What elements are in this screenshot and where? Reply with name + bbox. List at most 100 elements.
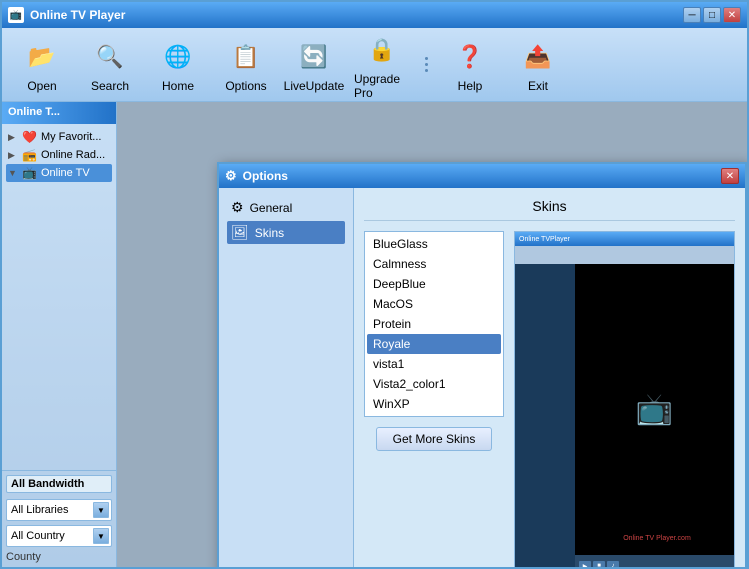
preview-controls: ▶ ■ ♪ bbox=[579, 561, 619, 567]
sidebar-bottom: All Bandwidth All Libraries ▼ All Countr… bbox=[2, 470, 116, 567]
exit-button[interactable]: 📤 Exit bbox=[506, 33, 570, 97]
skin-item-calmness[interactable]: Calmness bbox=[367, 254, 501, 274]
country-filter-wrapper: All Country ▼ bbox=[6, 525, 112, 547]
home-button[interactable]: 🌐 Home bbox=[146, 33, 210, 97]
app-title: Online TV Player bbox=[30, 8, 125, 22]
county-text: County bbox=[6, 551, 112, 563]
skin-preview: Online TVPlayer 📺 Online TV Player.com bbox=[514, 231, 735, 567]
sep-dot-1 bbox=[425, 57, 428, 60]
tree-toggle-radio: ▶ bbox=[8, 150, 18, 161]
libraries-filter-wrapper: All Libraries ▼ bbox=[6, 499, 112, 521]
country-filter[interactable]: All Country bbox=[6, 525, 112, 547]
dialog-right-panel: Skins BlueGlass Calmness DeepBlue MacOS bbox=[354, 188, 745, 567]
favorites-label: My Favorit... bbox=[41, 131, 102, 143]
open-button[interactable]: 📂 Open bbox=[10, 33, 74, 97]
section-title: Skins bbox=[364, 198, 735, 221]
skin-item-macos[interactable]: MacOS bbox=[367, 294, 501, 314]
tree-toggle-tv: ▼ bbox=[8, 168, 18, 178]
bandwidth-label: All Bandwidth bbox=[6, 475, 112, 493]
options-button[interactable]: 📋 Options bbox=[214, 33, 278, 97]
get-more-skins-button[interactable]: Get More Skins bbox=[376, 427, 493, 451]
search-icon: 🔍 bbox=[90, 37, 130, 77]
skins-icon: 🖼 bbox=[231, 224, 249, 241]
home-icon: 🌐 bbox=[158, 37, 198, 77]
preview-app-title: Online TVPlayer bbox=[519, 236, 570, 243]
options-label: Options bbox=[225, 79, 266, 93]
liveupdate-icon: 🔄 bbox=[294, 37, 334, 77]
general-label: General bbox=[250, 201, 293, 215]
preview-toolbar bbox=[515, 246, 734, 264]
skin-item-blueglass[interactable]: BlueGlass bbox=[367, 234, 501, 254]
dialog-close-button[interactable]: ✕ bbox=[721, 168, 739, 184]
main-content: Online T... ▶ ❤️ My Favorit... ▶ 📻 Onlin… bbox=[2, 102, 747, 567]
search-button[interactable]: 🔍 Search bbox=[78, 33, 142, 97]
favorites-icon: ❤️ bbox=[22, 130, 37, 144]
preview-stop-btn: ■ bbox=[593, 561, 605, 567]
app-window: 📺 Online TV Player ─ □ ✕ 📂 Open 🔍 Search… bbox=[0, 0, 749, 569]
skin-item-protein[interactable]: Protein bbox=[367, 314, 501, 334]
sidebar-item-favorites[interactable]: ▶ ❤️ My Favorit... bbox=[6, 128, 112, 146]
preview-bottom-bar: ▶ ■ ♪ bbox=[575, 555, 734, 567]
title-bar-left: 📺 Online TV Player bbox=[8, 7, 125, 23]
help-button[interactable]: ❓ Help bbox=[438, 33, 502, 97]
dialog-title-label: Options bbox=[243, 169, 288, 183]
title-bar: 📺 Online TV Player ─ □ ✕ bbox=[2, 2, 747, 28]
radio-icon: 📻 bbox=[22, 148, 37, 162]
skin-item-deepblue[interactable]: DeepBlue bbox=[367, 274, 501, 294]
exit-label: Exit bbox=[528, 79, 548, 93]
liveupdate-button[interactable]: 🔄 LiveUpdate bbox=[282, 33, 346, 97]
skin-item-vista1[interactable]: vista1 bbox=[367, 354, 501, 374]
home-label: Home bbox=[162, 79, 194, 93]
skins-label: Skins bbox=[255, 226, 284, 240]
modal-overlay: ⚙ Options ✕ ⚙ General bbox=[117, 102, 747, 567]
sidebar-header: Online T... bbox=[2, 102, 116, 124]
upgradepro-label: Upgrade Pro bbox=[354, 72, 410, 100]
sidebar-item-radio[interactable]: ▶ 📻 Online Rad... bbox=[6, 146, 112, 164]
tv-icon: 📺 bbox=[22, 166, 37, 180]
sidebar-item-tv[interactable]: ▼ 📺 Online TV bbox=[6, 164, 112, 182]
title-bar-controls: ─ □ ✕ bbox=[683, 7, 741, 23]
sidebar: Online T... ▶ ❤️ My Favorit... ▶ 📻 Onlin… bbox=[2, 102, 117, 567]
dialog-body: ⚙ General 🖼 Skins Skins bbox=[219, 188, 745, 567]
libraries-filter[interactable]: All Libraries bbox=[6, 499, 112, 521]
upgradepro-button[interactable]: 🔒 Upgrade Pro bbox=[350, 26, 414, 104]
preview-play-btn: ▶ bbox=[579, 561, 591, 567]
liveupdate-label: LiveUpdate bbox=[284, 79, 345, 93]
skin-item-winxp[interactable]: WinXP bbox=[367, 394, 501, 414]
preview-logo: Online TV Player.com bbox=[580, 535, 734, 542]
dialog-title-bar: ⚙ Options ✕ bbox=[219, 164, 745, 188]
dialog-item-skins[interactable]: 🖼 Skins bbox=[227, 221, 345, 244]
options-dialog: ⚙ Options ✕ ⚙ General bbox=[217, 162, 747, 567]
upgradepro-icon: 🔒 bbox=[362, 30, 402, 70]
open-icon: 📂 bbox=[22, 37, 62, 77]
skin-item-vista2color1[interactable]: Vista2_color1 bbox=[367, 374, 501, 394]
general-icon: ⚙ bbox=[231, 199, 244, 216]
preview-vol-btn: ♪ bbox=[607, 561, 619, 567]
sidebar-tree: ▶ ❤️ My Favorit... ▶ 📻 Online Rad... ▼ 📺… bbox=[2, 124, 116, 470]
preview-main: 📺 bbox=[575, 264, 734, 555]
tv-label: Online TV bbox=[41, 167, 90, 179]
preview-sidebar bbox=[515, 264, 575, 567]
exit-icon: 📤 bbox=[518, 37, 558, 77]
close-button[interactable]: ✕ bbox=[723, 7, 741, 23]
radio-label: Online Rad... bbox=[41, 149, 105, 161]
dialog-content-row: BlueGlass Calmness DeepBlue MacOS Protei… bbox=[364, 231, 735, 567]
skin-item-royale[interactable]: Royale bbox=[367, 334, 501, 354]
dialog-left-panel: ⚙ General 🖼 Skins bbox=[219, 188, 354, 567]
preview-tv-icon: 📺 bbox=[636, 392, 673, 427]
preview-title-bar: Online TVPlayer bbox=[515, 232, 734, 246]
tree-toggle: ▶ bbox=[8, 132, 18, 143]
maximize-button[interactable]: □ bbox=[703, 7, 721, 23]
minimize-button[interactable]: ─ bbox=[683, 7, 701, 23]
search-label: Search bbox=[91, 79, 129, 93]
help-icon: ❓ bbox=[450, 37, 490, 77]
skins-list[interactable]: BlueGlass Calmness DeepBlue MacOS Protei… bbox=[364, 231, 504, 417]
dialog-item-general[interactable]: ⚙ General bbox=[227, 196, 345, 219]
sep-dot-3 bbox=[425, 69, 428, 72]
options-icon: 📋 bbox=[226, 37, 266, 77]
toolbar: 📂 Open 🔍 Search 🌐 Home 📋 Options 🔄 LiveU… bbox=[2, 28, 747, 102]
app-icon: 📺 bbox=[8, 7, 24, 23]
content-area: ⚙ Options ✕ ⚙ General bbox=[117, 102, 747, 567]
get-more-skins-wrapper: Get More Skins bbox=[364, 427, 504, 451]
open-label: Open bbox=[27, 79, 56, 93]
